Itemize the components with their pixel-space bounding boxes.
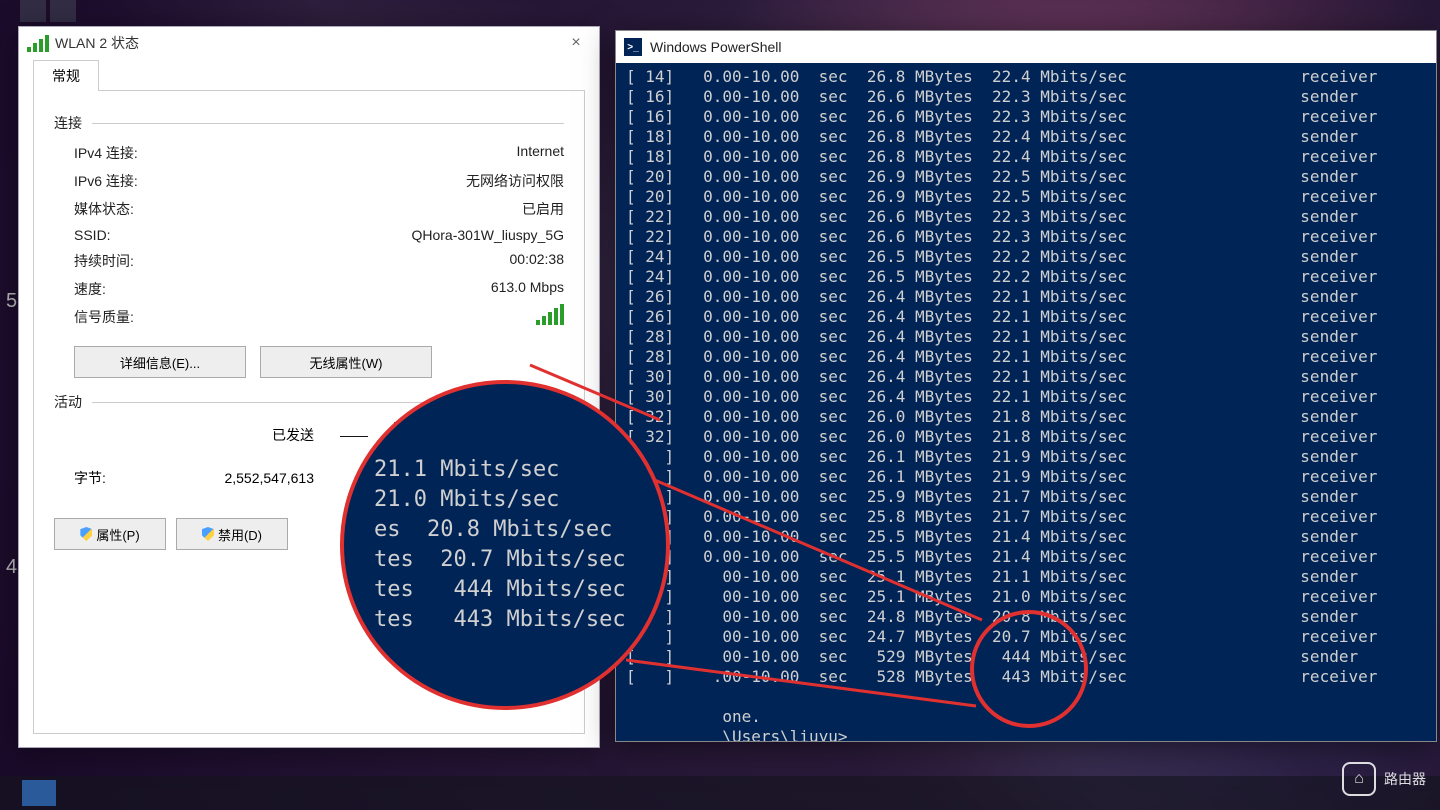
taskbar-item[interactable] [22, 780, 56, 806]
signal-bars-icon [536, 307, 564, 325]
powershell-output[interactable]: [ 14] 0.00-10.00 sec 26.8 MBytes 22.4 Mb… [616, 63, 1436, 741]
zoom-line: tes 20.7 Mbits/sec [374, 545, 666, 575]
iperf-row: [ 20] 0.00-10.00 sec 26.9 MBytes 22.5 Mb… [626, 187, 1426, 207]
value-duration: 00:02:38 [254, 251, 564, 271]
zoom-line: es 20.8 Mbits/sec [374, 515, 666, 545]
iperf-row: [ 14] 0.00-10.00 sec 26.8 MBytes 22.4 Mb… [626, 67, 1426, 87]
iperf-row: [ ] 00-10.00 sec 24.8 MBytes 20.8 Mbits/… [626, 607, 1426, 627]
iperf-row: [ ] 00-10.00 sec 529 MBytes 444 Mbits/se… [626, 647, 1426, 667]
iperf-row: [ 16] 0.00-10.00 sec 26.6 MBytes 22.3 Mb… [626, 107, 1426, 127]
iperf-row: [ ] 0.00-10.00 sec 25.5 MBytes 21.4 Mbit… [626, 527, 1426, 547]
label-speed: 速度: [74, 279, 254, 299]
side-marker: 5 [6, 290, 17, 313]
powershell-title: Windows PowerShell [650, 39, 782, 55]
iperf-row: [ 24] 0.00-10.00 sec 26.5 MBytes 22.2 Mb… [626, 247, 1426, 267]
iperf-row: [ ] 00-10.00 sec 24.7 MBytes 20.7 Mbits/… [626, 627, 1426, 647]
wlan-titlebar[interactable]: WLAN 2 状态 × [19, 27, 599, 59]
zoom-line: tes 444 Mbits/sec [374, 575, 666, 605]
powershell-prompt[interactable]: \Users\liuyu> [626, 727, 1426, 741]
section-connection: 连接 [54, 113, 564, 133]
iperf-row: [ 24] 0.00-10.00 sec 26.5 MBytes 22.2 Mb… [626, 267, 1426, 287]
iperf-row: [ 22] 0.00-10.00 sec 26.6 MBytes 22.3 Mb… [626, 207, 1426, 227]
value-ssid: QHora-301W_liuspy_5G [254, 227, 564, 243]
iperf-done: one. [626, 707, 1426, 727]
label-media: 媒体状态: [74, 199, 254, 219]
label-ipv6: IPv6 连接: [74, 171, 254, 191]
label-signal-quality: 信号质量: [74, 307, 254, 328]
iperf-row: [ ] 00-10.00 sec 25.1 MBytes 21.0 Mbits/… [626, 587, 1426, 607]
iperf-row: [ 16] 0.00-10.00 sec 26.6 MBytes 22.3 Mb… [626, 87, 1426, 107]
router-icon: ⌂ [1342, 762, 1376, 796]
shield-icon [202, 527, 214, 541]
tray-icon[interactable] [50, 0, 76, 22]
details-button[interactable]: 详细信息(E)... [74, 346, 246, 378]
zoom-line: 21.1 Mbits/sec [374, 455, 666, 485]
iperf-row: [ 26] 0.00-10.00 sec 26.4 MBytes 22.1 Mb… [626, 307, 1426, 327]
iperf-row: [ 28] 0.00-10.00 sec 26.4 MBytes 22.1 Mb… [626, 327, 1426, 347]
powershell-titlebar[interactable]: >_ Windows PowerShell [616, 31, 1436, 63]
iperf-row: [ 30] 0.00-10.00 sec 26.4 MBytes 22.1 Mb… [626, 367, 1426, 387]
iperf-row: [ ] 0.00-10.00 sec 25.9 MBytes 21.7 Mbit… [626, 487, 1426, 507]
iperf-row: [ ] 0.00-10.00 sec 25.8 MBytes 21.7 Mbit… [626, 507, 1426, 527]
label-duration: 持续时间: [74, 251, 254, 271]
label-ipv4: IPv4 连接: [74, 143, 254, 163]
iperf-row: [ ] 0.00-10.00 sec 25.5 MBytes 21.4 Mbit… [626, 547, 1426, 567]
iperf-row: [ 22] 0.00-10.00 sec 26.6 MBytes 22.3 Mb… [626, 227, 1426, 247]
iperf-row: [ 18] 0.00-10.00 sec 26.8 MBytes 22.4 Mb… [626, 147, 1426, 167]
zoom-line: 21.0 Mbits/sec [374, 485, 666, 515]
iperf-row: [ ] 0.00-10.00 sec 26.1 MBytes 21.9 Mbit… [626, 467, 1426, 487]
zoom-line: tes 443 Mbits/sec [374, 605, 666, 635]
iperf-row: [ 20] 0.00-10.00 sec 26.9 MBytes 22.5 Mb… [626, 167, 1426, 187]
value-media: 已启用 [254, 199, 564, 219]
value-ipv4: Internet [254, 143, 564, 163]
label-ssid: SSID: [74, 227, 254, 243]
value-speed: 613.0 Mbps [254, 279, 564, 299]
iperf-row: [ 28] 0.00-10.00 sec 26.4 MBytes 22.1 Mb… [626, 347, 1426, 367]
close-button[interactable]: × [561, 34, 591, 52]
value-signal-quality [254, 307, 564, 328]
label-bytes: 字节: [74, 468, 194, 488]
desktop: 5 4 WLAN 2 状态 × 常规 连接 IPv4 连接:Internet I… [0, 0, 1440, 810]
tray-icons [20, 0, 76, 22]
disable-button[interactable]: 禁用(D) [176, 518, 288, 550]
side-marker: 4 [6, 556, 17, 579]
iperf-row: [ ] 0.00-10.00 sec 26.1 MBytes 21.9 Mbit… [626, 447, 1426, 467]
powershell-window: >_ Windows PowerShell [ 14] 0.00-10.00 s… [615, 30, 1437, 742]
value-ipv6: 无网络访问权限 [254, 171, 564, 191]
shield-icon [80, 527, 92, 541]
wireless-properties-button[interactable]: 无线属性(W) [260, 346, 432, 378]
iperf-row: [ 32] 0.00-10.00 sec 26.0 MBytes 21.8 Mb… [626, 427, 1426, 447]
iperf-row: [ ] 00-10.00 sec 25.1 MBytes 21.1 Mbits/… [626, 567, 1426, 587]
properties-button[interactable]: 属性(P) [54, 518, 166, 550]
iperf-row: [ 18] 0.00-10.00 sec 26.8 MBytes 22.4 Mb… [626, 127, 1426, 147]
iperf-row: [ 26] 0.00-10.00 sec 26.4 MBytes 22.1 Mb… [626, 287, 1426, 307]
powershell-icon: >_ [624, 38, 642, 56]
iperf-row: [ 32] 0.00-10.00 sec 26.0 MBytes 21.8 Mb… [626, 407, 1426, 427]
taskbar[interactable] [0, 776, 1440, 810]
value-bytes-sent: 2,552,547,613 [194, 470, 314, 486]
iperf-row: [ 30] 0.00-10.00 sec 26.4 MBytes 22.1 Mb… [626, 387, 1426, 407]
wlan-title: WLAN 2 状态 [55, 33, 139, 53]
label-sent: 已发送 [194, 425, 314, 445]
tray-icon[interactable] [20, 0, 46, 22]
wifi-icon [27, 34, 49, 52]
annotation-zoom-circle: 21.1 Mbits/sec21.0 Mbits/seces 20.8 Mbit… [340, 380, 670, 710]
iperf-row: [ ] .00-10.00 sec 528 MBytes 443 Mbits/s… [626, 667, 1426, 687]
tab-general[interactable]: 常规 [33, 60, 99, 91]
watermark: ⌂ 路由器 [1342, 762, 1426, 796]
